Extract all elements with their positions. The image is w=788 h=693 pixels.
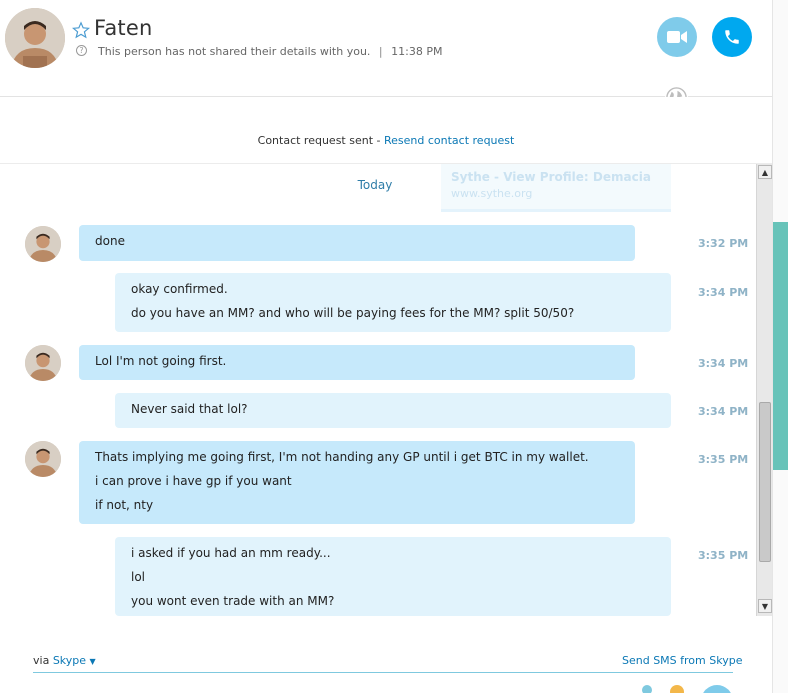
message-text: Thats implying me going first, I'm not h… xyxy=(95,450,589,464)
message-time: 3:32 PM xyxy=(698,237,749,250)
service-selector[interactable]: Skype ▼ xyxy=(53,654,96,667)
phone-icon xyxy=(725,30,739,44)
message-text: i asked if you had an mm ready... xyxy=(131,546,331,560)
emoticon-icon[interactable] xyxy=(642,685,652,693)
video-call-button[interactable] xyxy=(657,17,697,57)
compose-footer: via Skype ▼ Send SMS from Skype xyxy=(0,616,772,693)
message-text: i can prove i have gp if you want xyxy=(95,474,292,488)
question-icon[interactable]: ? xyxy=(76,45,87,56)
contact-request-bar: Contact request sent - Resend contact re… xyxy=(0,97,772,164)
video-camera-icon xyxy=(667,31,687,43)
skype-conversation-window: Faten ? This person has not shared their… xyxy=(0,0,788,693)
date-divider: Today xyxy=(357,178,393,192)
conversation-header: Faten ? This person has not shared their… xyxy=(0,0,772,97)
chat-scrollbar[interactable]: ▲ ▼ xyxy=(756,164,772,616)
sender-avatar[interactable] xyxy=(25,345,61,381)
message-bubble[interactable]: done xyxy=(79,225,635,261)
scrollbar-thumb[interactable] xyxy=(759,402,771,562)
message-text: Lol I'm not going first. xyxy=(95,354,227,368)
contact-name: Faten xyxy=(94,16,153,40)
send-sms-link[interactable]: Send SMS from Skype xyxy=(622,654,742,667)
message-text: okay confirmed. xyxy=(131,282,228,296)
contact-subtitle: This person has not shared their details… xyxy=(98,45,442,58)
favorite-star-icon[interactable] xyxy=(72,21,90,39)
message-bubble[interactable]: i asked if you had an mm ready... lol yo… xyxy=(115,537,671,616)
media-icon[interactable] xyxy=(670,685,684,693)
message-time: 3:34 PM xyxy=(698,405,749,418)
message-text: if not, nty xyxy=(95,498,154,512)
sender-avatar[interactable] xyxy=(25,226,61,262)
message-bubble[interactable]: Never said that lol? xyxy=(115,393,671,428)
resend-request-link[interactable]: Resend contact request xyxy=(384,134,514,147)
send-button[interactable] xyxy=(701,685,733,693)
footer-divider xyxy=(33,672,733,673)
message-text: Never said that lol? xyxy=(131,402,248,416)
message-time: 3:34 PM xyxy=(698,357,749,370)
service-name: Skype xyxy=(52,654,87,667)
message-time: 3:34 PM xyxy=(698,286,749,299)
via-service: via Skype ▼ xyxy=(33,654,96,667)
request-status-text: Contact request sent - xyxy=(257,134,384,147)
message-bubble[interactable]: okay confirmed. do you have an MM? and w… xyxy=(115,273,671,332)
message-text: do you have an MM? and who will be payin… xyxy=(131,306,575,320)
details-notice: This person has not shared their details… xyxy=(98,45,371,58)
message-bubble[interactable]: Thats implying me going first, I'm not h… xyxy=(79,441,635,524)
message-text: done xyxy=(95,234,125,248)
right-edge-highlight xyxy=(773,222,788,470)
message-time: 3:35 PM xyxy=(698,453,749,466)
local-time: 11:38 PM xyxy=(391,45,443,58)
chevron-down-icon: ▼ xyxy=(89,657,96,666)
scroll-down-arrow-icon[interactable]: ▼ xyxy=(758,599,772,613)
separator: | xyxy=(378,45,383,58)
scroll-up-arrow-icon[interactable]: ▲ xyxy=(758,165,772,179)
sender-avatar[interactable] xyxy=(25,441,61,477)
contact-avatar[interactable] xyxy=(5,8,65,68)
audio-call-button[interactable] xyxy=(712,17,752,57)
message-text: lol xyxy=(131,570,146,584)
message-text: you wont even trade with an MM? xyxy=(131,594,335,608)
message-time: 3:35 PM xyxy=(698,549,749,562)
via-label: via xyxy=(33,654,50,667)
contact-request-notice: Contact request sent - Resend contact re… xyxy=(0,134,772,147)
message-bubble[interactable]: Lol I'm not going first. xyxy=(79,345,635,380)
message-history[interactable]: Sythe - View Profile: Demacia www.sythe.… xyxy=(0,164,756,616)
